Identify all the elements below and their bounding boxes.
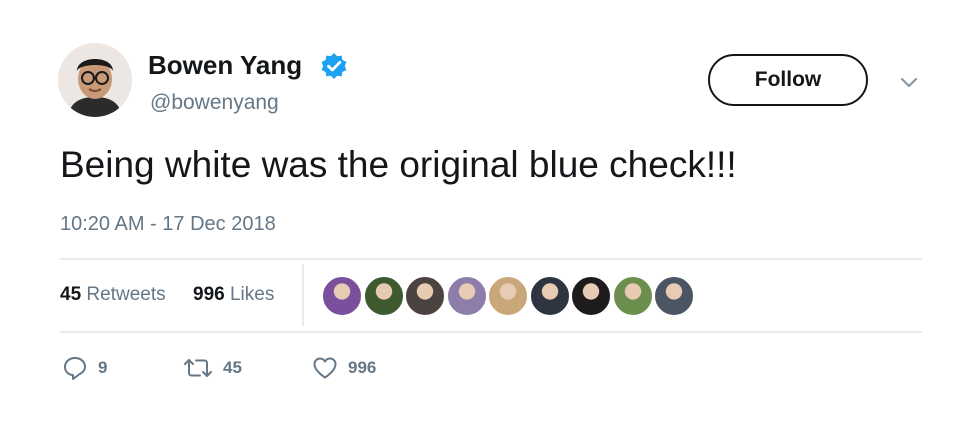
avatar-9[interactable] (654, 276, 694, 316)
retweet-action[interactable]: 45 (183, 354, 242, 382)
follow-button[interactable]: Follow (708, 54, 868, 106)
retweets-label: Retweets (86, 284, 166, 305)
retweets-count: 45 (60, 284, 82, 305)
reply-icon (64, 357, 86, 380)
display-name[interactable]: Bowen Yang (148, 50, 302, 80)
likes-stat[interactable]: 996 Likes (193, 283, 274, 307)
user-handle[interactable]: @bowenyang (150, 91, 279, 115)
avatar-6[interactable] (529, 276, 570, 316)
tweet-timestamp[interactable]: 10:20 AM - 17 Dec 2018 (60, 212, 276, 236)
heart-icon (313, 357, 337, 379)
retweet-icon (184, 359, 212, 377)
avatar-7[interactable] (571, 276, 611, 316)
chevron-down-icon[interactable] (900, 76, 918, 90)
tweet-card: Bowen Yang @bowenyang Follow Being white… (0, 0, 980, 432)
user-avatar[interactable] (58, 43, 132, 117)
likes-count: 996 (193, 284, 225, 305)
avatar-3[interactable] (405, 276, 445, 316)
avatar-5[interactable] (488, 276, 528, 316)
retweets-stat[interactable]: 45 Retweets (60, 283, 166, 307)
avatar-image (58, 43, 132, 117)
like-count: 996 (348, 358, 377, 377)
reply-count: 9 (98, 358, 108, 377)
avatar-4[interactable] (446, 276, 487, 316)
like-action[interactable]: 996 (312, 354, 376, 382)
avatar-1[interactable] (322, 276, 362, 316)
stats-separator (302, 264, 304, 326)
verified-badge-icon (321, 53, 347, 79)
likes-label: Likes (229, 284, 275, 305)
reply-action[interactable]: 9 (62, 354, 107, 382)
avatar-8[interactable] (612, 276, 653, 316)
divider (60, 331, 922, 333)
tweet-text: Being white was the original blue check!… (60, 144, 737, 185)
retweet-count: 45 (223, 358, 242, 377)
divider (60, 258, 922, 260)
avatar-2[interactable] (363, 276, 404, 316)
